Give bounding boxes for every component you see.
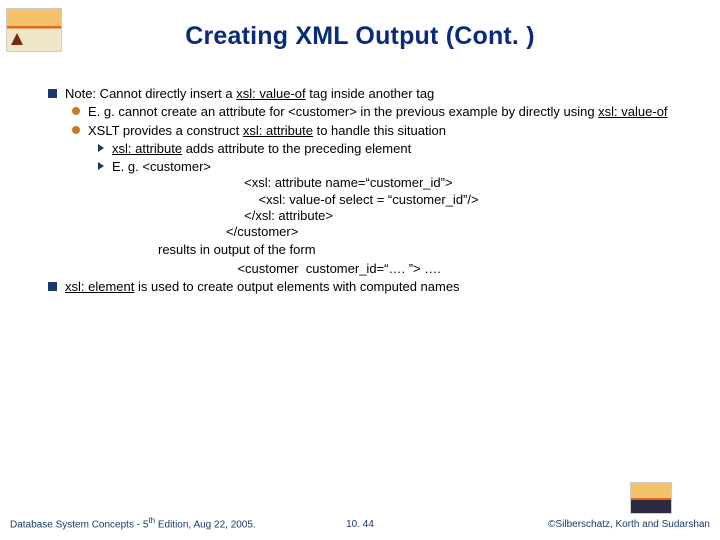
slide-number: 10. 44	[346, 519, 374, 530]
bullet-1b: XSLT provides a construct xsl: attribute…	[72, 123, 702, 139]
result-line: <customer customer_id=“…. ”> ….	[158, 261, 702, 277]
xsl-attribute: xsl: attribute	[243, 123, 313, 138]
xsl-value-of: xsl: value-of	[598, 104, 667, 119]
bullet-1b-i: xsl: attribute adds attribute to the pre…	[98, 141, 702, 157]
text: Database System Concepts - 5	[10, 519, 148, 530]
square-bullet-icon	[48, 89, 57, 98]
copyright: ©Silberschatz, Korth and Sudarshan	[548, 519, 710, 530]
round-bullet-icon	[72, 126, 80, 134]
text: Note: Cannot directly insert a	[65, 86, 236, 101]
bullet-1: Note: Cannot directly insert a xsl: valu…	[48, 86, 702, 102]
text: E. g. <customer>	[112, 159, 211, 174]
footer-left: Database System Concepts - 5th Edition, …	[10, 516, 256, 530]
xsl-value-of: xsl: value-of	[236, 86, 305, 101]
bullet-1a: E. g. cannot create an attribute for <cu…	[72, 104, 702, 120]
xsl-attribute: xsl: attribute	[112, 141, 182, 156]
bullet-1b-ii: E. g. <customer>	[98, 159, 702, 175]
text: adds attribute to the preceding element	[182, 141, 411, 156]
text: to handle this situation	[313, 123, 446, 138]
slide-body: Note: Cannot directly insert a xsl: valu…	[48, 84, 702, 295]
text: tag inside another tag	[306, 86, 435, 101]
result-label: results in output of the form	[158, 242, 702, 258]
text: Edition, Aug 22, 2005.	[155, 519, 256, 530]
xsl-element: xsl: element	[65, 279, 134, 294]
code-line-4: </customer>	[208, 224, 702, 240]
code-line-3: </xsl: attribute>	[208, 208, 702, 224]
code-line-1: <xsl: attribute name=“customer_id”>	[208, 175, 702, 191]
square-bullet-icon	[48, 282, 57, 291]
triangle-bullet-icon	[98, 144, 104, 152]
text: E. g. cannot create an attribute for <cu…	[88, 104, 598, 119]
logo-bottom-right	[630, 482, 672, 514]
text: is used to create output elements with c…	[134, 279, 459, 294]
bullet-2: xsl: element is used to create output el…	[48, 279, 702, 295]
code-line-2: <xsl: value-of select = “customer_id”/>	[208, 192, 702, 208]
slide-title: Creating XML Output (Cont. )	[0, 0, 720, 51]
logo-top-left	[6, 8, 62, 52]
text: XSLT provides a construct	[88, 123, 243, 138]
round-bullet-icon	[72, 107, 80, 115]
triangle-bullet-icon	[98, 162, 104, 170]
